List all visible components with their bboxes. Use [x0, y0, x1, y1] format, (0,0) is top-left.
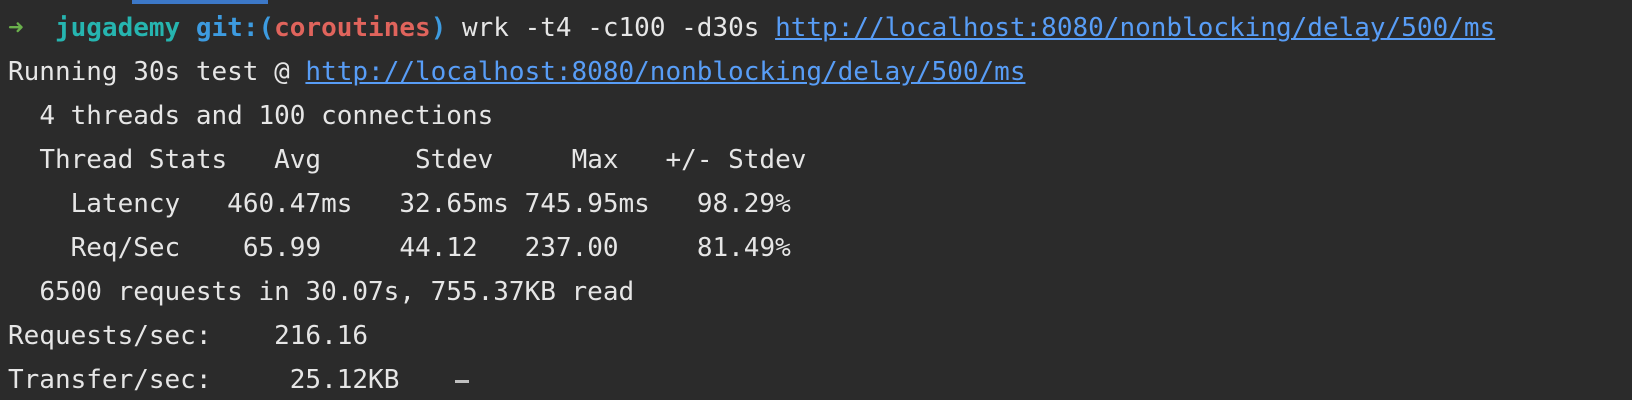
stats-header-pm-stdev: +/- Stdev — [665, 145, 807, 175]
prompt-directory: jugademy — [54, 13, 181, 43]
latency-stdev: 32.65ms — [399, 189, 509, 219]
stats-header-row: Thread Stats Avg Stdev Max +/- Stdev — [8, 138, 1624, 182]
req-sec-avg: 65.99 — [242, 233, 322, 263]
req-sec-label: Req/Sec — [70, 233, 181, 263]
prompt-arrow-icon: ➜ — [8, 13, 24, 43]
transfer-per-sec-value: 25.12KB — [289, 365, 400, 395]
stats-header-max: Max — [571, 145, 619, 175]
running-prefix: Running 30s test @ — [8, 57, 290, 87]
stats-header-avg: Avg — [274, 145, 322, 175]
latency-pm-stdev: 98.29% — [696, 189, 791, 219]
prompt-line: ➜ jugademy git:(coroutines) wrk -t4 -c10… — [8, 6, 1624, 50]
tab-indicator — [132, 0, 268, 4]
summary-line: 6500 requests in 30.07s, 755.37KB read — [8, 270, 1624, 314]
latency-max: 745.95ms — [524, 189, 650, 219]
transfer-per-sec-line: Transfer/sec: 25.12KB — [8, 358, 1624, 400]
transfer-per-sec-label: Transfer/sec: — [8, 365, 212, 395]
latency-label: Latency — [70, 189, 181, 219]
git-suffix: ) — [430, 13, 447, 43]
git-branch: coroutines — [274, 13, 431, 43]
threads-line: 4 threads and 100 connections — [8, 94, 1624, 138]
req-sec-row: Req/Sec 65.99 44.12 237.00 81.49% — [8, 226, 1624, 270]
latency-row: Latency 460.47ms 32.65ms 745.95ms 98.29% — [8, 182, 1624, 226]
latency-avg: 460.47ms — [227, 189, 353, 219]
git-prefix: git:( — [195, 13, 275, 43]
requests-per-sec-line: Requests/sec: 216.16 — [8, 314, 1624, 358]
stats-header-stdev: Stdev — [415, 145, 494, 175]
req-sec-pm-stdev: 81.49% — [696, 233, 791, 263]
command-url-link[interactable]: http://localhost:8080/nonblocking/delay/… — [775, 13, 1495, 43]
requests-per-sec-label: Requests/sec: — [8, 321, 212, 351]
req-sec-stdev: 44.12 — [399, 233, 478, 263]
threads-text: 4 threads and 100 connections — [39, 101, 494, 131]
summary-text: 6500 requests in 30.07s, 755.37KB read — [39, 277, 635, 307]
text-cursor — [455, 380, 469, 383]
command-text: wrk -t4 -c100 -d30s — [462, 13, 760, 43]
running-line: Running 30s test @ http://localhost:8080… — [8, 50, 1624, 94]
running-url-link[interactable]: http://localhost:8080/nonblocking/delay/… — [305, 57, 1025, 87]
stats-header-label: Thread Stats — [39, 145, 228, 175]
requests-per-sec-value: 216.16 — [274, 321, 369, 351]
req-sec-max: 237.00 — [524, 233, 619, 263]
terminal-window[interactable]: ➜ jugademy git:(coroutines) wrk -t4 -c10… — [0, 0, 1632, 400]
